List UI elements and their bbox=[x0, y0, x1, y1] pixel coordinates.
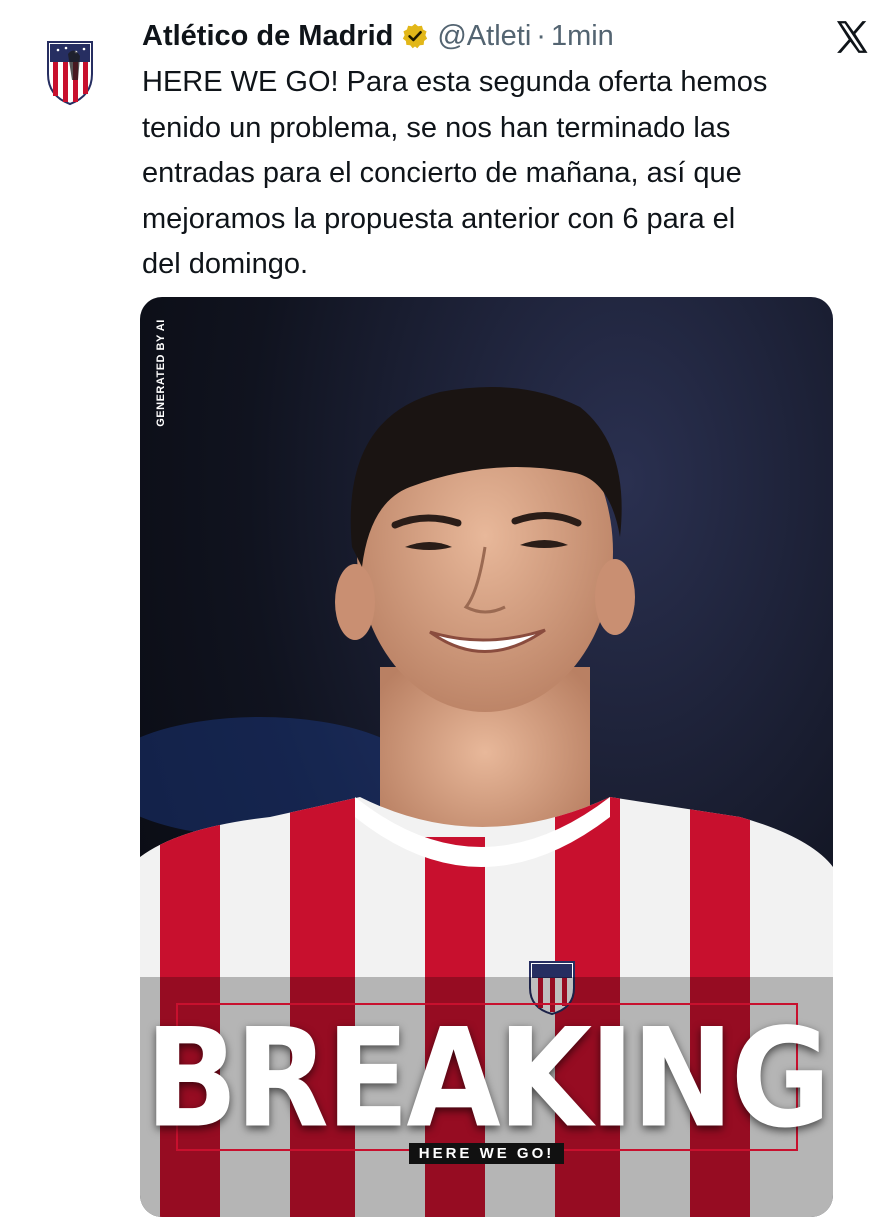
verified-gold-badge-icon bbox=[403, 23, 428, 49]
separator-dot: · bbox=[536, 19, 546, 52]
here-we-go-label: HERE WE GO! bbox=[140, 1143, 833, 1164]
ai-watermark: GENERATED BY AI bbox=[148, 313, 174, 433]
tweet-text-line: tenido un problema, se nos han terminado… bbox=[142, 111, 731, 144]
ai-watermark-text: GENERATED BY AI bbox=[155, 319, 167, 427]
tweet-text-line: del domingo. bbox=[142, 248, 309, 280]
breaking-headline: BREAKING bbox=[145, 999, 831, 1159]
tweet-timestamp[interactable]: 1min bbox=[551, 20, 614, 53]
x-logo-icon[interactable] bbox=[832, 18, 872, 56]
tweet-text-line: HERE WE GO! Para esta segunda oferta hem… bbox=[142, 66, 768, 98]
author-handle[interactable]: @Atleti bbox=[437, 20, 531, 53]
atletico-crest-avatar[interactable] bbox=[44, 40, 96, 106]
here-we-go-text: HERE WE GO! bbox=[408, 1143, 565, 1164]
tweet-text: HERE WE GO! Para esta segunda oferta hem… bbox=[142, 60, 862, 288]
tweet-text-line: entradas para el concierto de mañana, as… bbox=[142, 157, 742, 189]
tweet-text-line: mejoramos la propuesta anterior con 6 pa… bbox=[142, 202, 736, 235]
tweet-header: Atlético de Madrid @Atleti · 1min bbox=[142, 14, 614, 58]
tweet-media-image[interactable]: GENERATED BY AI BREAKING HERE WE GO! bbox=[140, 297, 833, 1217]
author-name[interactable]: Atlético de Madrid bbox=[142, 20, 393, 53]
